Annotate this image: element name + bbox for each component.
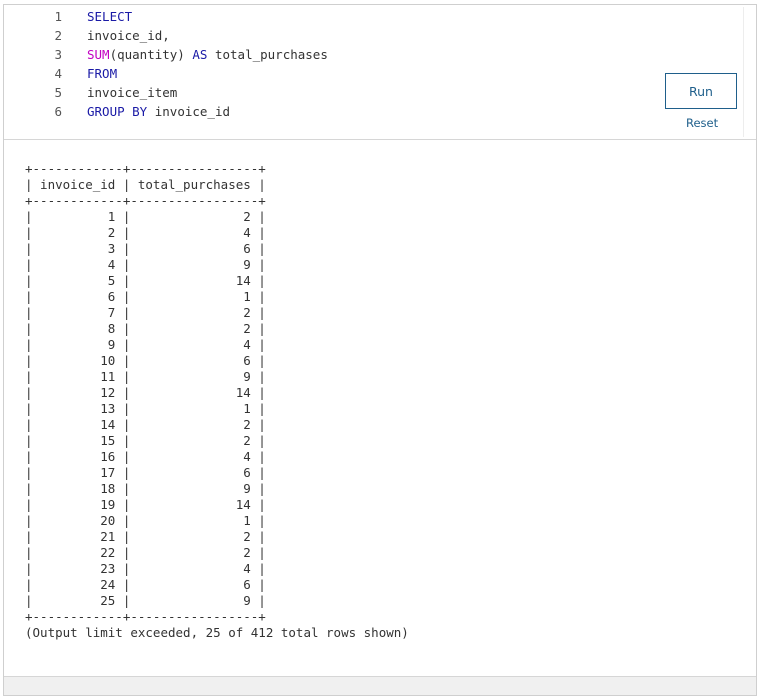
line-number: 6	[54, 104, 62, 119]
table-row: | 14 | 2 |	[25, 417, 266, 432]
query-output: +------------+-----------------+ | invoic…	[25, 161, 409, 641]
table-row: | 3 | 6 |	[25, 241, 266, 256]
line-code[interactable]: FROM	[87, 64, 117, 83]
code-line[interactable]: 3 SUM(quantity) AS total_purchases	[4, 45, 328, 64]
table-row: | 1 | 2 |	[25, 209, 266, 224]
line-code[interactable]: invoice_id,	[87, 26, 170, 45]
line-number: 2	[54, 28, 62, 43]
sql-token: invoice_item	[87, 85, 178, 100]
table-row: | 17 | 6 |	[25, 465, 266, 480]
sql-function: SUM	[87, 47, 110, 62]
table-row: | 5 | 14 |	[25, 273, 266, 288]
table-row: | 7 | 2 |	[25, 305, 266, 320]
line-number: 1	[54, 9, 62, 24]
code-line[interactable]: 6 GROUP BY invoice_id	[4, 102, 328, 121]
sql-keyword: SELECT	[87, 9, 133, 24]
code-line[interactable]: 4 FROM	[4, 64, 328, 83]
sql-token: invoice_id,	[87, 28, 170, 43]
output-limit-notice: (Output limit exceeded, 25 of 412 total …	[25, 625, 409, 640]
code-line[interactable]: 1 SELECT	[4, 7, 328, 26]
code-lines[interactable]: 1 SELECT 2 invoice_id, 3 SUM(quantity) AS tot…	[4, 7, 328, 121]
table-row: | 18 | 9 |	[25, 481, 266, 496]
table-row: | 6 | 1 |	[25, 289, 266, 304]
table-row: | 16 | 4 |	[25, 449, 266, 464]
table-row: | 12 | 14 |	[25, 385, 266, 400]
sql-token: total_purchases	[207, 47, 328, 62]
table-row: | 9 | 4 |	[25, 337, 266, 352]
table-row: | 25 | 9 |	[25, 593, 266, 608]
sql-keyword: AS	[192, 47, 208, 62]
sql-keyword: GROUP BY	[87, 104, 148, 119]
line-number: 5	[54, 85, 62, 100]
editor-scrollbar[interactable]	[743, 7, 756, 137]
sql-runner-frame: 1 SELECT 2 invoice_id, 3 SUM(quantity) AS tot…	[3, 4, 757, 696]
table-row: | 20 | 1 |	[25, 513, 266, 528]
table-row: | 22 | 2 |	[25, 545, 266, 560]
table-row: | 13 | 1 |	[25, 401, 266, 416]
footer-bar	[4, 676, 756, 695]
table-header: | invoice_id | total_purchases |	[25, 177, 266, 192]
line-code[interactable]: SELECT	[87, 7, 132, 26]
code-editor[interactable]: 1 SELECT 2 invoice_id, 3 SUM(quantity) AS tot…	[4, 5, 756, 140]
reset-link[interactable]: Reset	[686, 116, 718, 130]
table-row: | 19 | 14 |	[25, 497, 266, 512]
table-row: | 11 | 9 |	[25, 369, 266, 384]
table-border: +------------+-----------------+	[25, 193, 266, 208]
sql-keyword: FROM	[87, 66, 118, 81]
table-row: | 10 | 6 |	[25, 353, 266, 368]
table-border: +------------+-----------------+	[25, 609, 266, 624]
table-row: | 21 | 2 |	[25, 529, 266, 544]
code-line[interactable]: 5 invoice_item	[4, 83, 328, 102]
table-row: | 8 | 2 |	[25, 321, 266, 336]
run-button[interactable]: Run	[665, 73, 737, 109]
sql-token: (quantity)	[109, 47, 193, 62]
table-row: | 2 | 4 |	[25, 225, 266, 240]
line-code[interactable]: GROUP BY invoice_id	[87, 102, 230, 121]
line-number: 3	[54, 47, 62, 62]
table-row: | 23 | 4 |	[25, 561, 266, 576]
line-number: 4	[54, 66, 62, 81]
table-row: | 24 | 6 |	[25, 577, 266, 592]
sql-token: invoice_id	[147, 104, 231, 119]
line-code[interactable]: invoice_item	[87, 83, 177, 102]
table-row: | 15 | 2 |	[25, 433, 266, 448]
code-line[interactable]: 2 invoice_id,	[4, 26, 328, 45]
table-row: | 4 | 9 |	[25, 257, 266, 272]
table-border: +------------+-----------------+	[25, 161, 266, 176]
line-code[interactable]: SUM(quantity) AS total_purchases	[87, 45, 328, 64]
